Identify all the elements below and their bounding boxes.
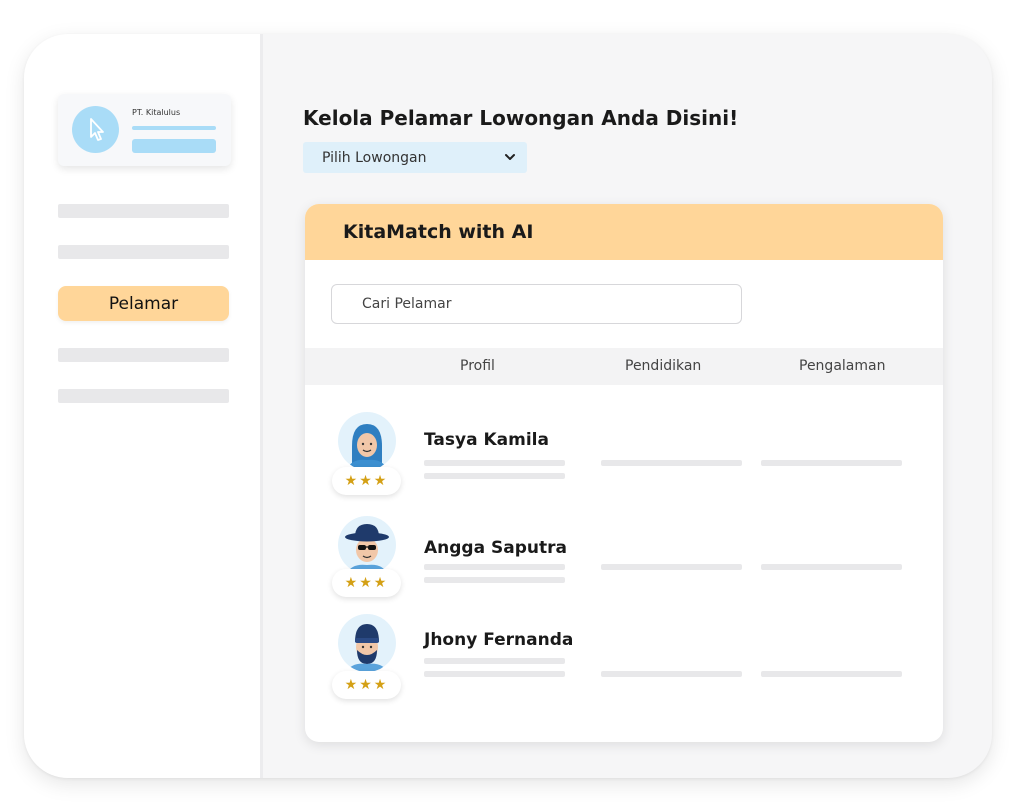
table-row[interactable]: ★★★ Tasya Kamila <box>305 410 943 500</box>
column-header-profil: Profil <box>460 358 495 374</box>
cursor-icon <box>89 117 104 141</box>
job-select[interactable]: Pilih Lowongan <box>303 142 527 173</box>
company-logo <box>72 106 119 153</box>
applicant-name[interactable]: Angga Saputra <box>424 538 567 558</box>
experience-placeholder <box>761 564 902 570</box>
avatar <box>338 516 396 574</box>
company-line-placeholder <box>132 126 216 130</box>
experience-placeholder <box>761 671 902 677</box>
sidebar-item-placeholder[interactable] <box>58 245 229 259</box>
applicant-name[interactable]: Tasya Kamila <box>424 430 549 450</box>
avatar <box>338 614 396 672</box>
profile-line-placeholder <box>424 577 565 583</box>
table-header: Profil Pendidikan Pengalaman <box>305 348 943 385</box>
rating-stars: ★★★ <box>332 467 401 495</box>
company-line-placeholder <box>132 139 216 153</box>
job-select-value: Pilih Lowongan <box>322 149 427 166</box>
sidebar-item-placeholder[interactable] <box>58 204 229 218</box>
profile-line-placeholder <box>424 460 565 466</box>
profile-line-placeholder <box>424 671 565 677</box>
search-placeholder: Cari Pelamar <box>362 296 452 312</box>
profile-line-placeholder <box>424 564 565 570</box>
avatar-hijab-woman-icon <box>346 424 388 470</box>
panel-title: KitaMatch with AI <box>305 204 943 260</box>
applicant-name[interactable]: Jhony Fernanda <box>424 630 573 650</box>
sidebar-item-placeholder[interactable] <box>58 348 229 362</box>
sidebar-item-pelamar[interactable]: Pelamar <box>58 286 229 321</box>
avatar <box>338 412 396 470</box>
sidebar: PT. Kitalulus Pelamar <box>24 34 263 778</box>
avatar-beanie-man-icon <box>346 624 388 672</box>
avatar-hat-man-icon <box>345 524 389 574</box>
table-row[interactable]: ★★★ Angga Saputra <box>305 516 943 606</box>
table-row[interactable]: ★★★ Jhony Fernanda <box>305 614 943 704</box>
page-title: Kelola Pelamar Lowongan Anda Disini! <box>303 106 739 130</box>
education-placeholder <box>601 460 742 466</box>
company-card[interactable]: PT. Kitalulus <box>58 94 231 166</box>
experience-placeholder <box>761 460 902 466</box>
kitamatch-panel: KitaMatch with AI Cari Pelamar Profil Pe… <box>305 204 943 742</box>
search-input[interactable]: Cari Pelamar <box>331 284 742 324</box>
rating-stars: ★★★ <box>332 569 401 597</box>
rating-stars: ★★★ <box>332 671 401 699</box>
app-window: PT. Kitalulus Pelamar Kelola Pelamar Low… <box>24 34 992 778</box>
profile-line-placeholder <box>424 658 565 664</box>
education-placeholder <box>601 671 742 677</box>
chevron-down-icon <box>505 154 515 160</box>
column-header-pengalaman: Pengalaman <box>799 358 886 374</box>
sidebar-item-placeholder[interactable] <box>58 389 229 403</box>
profile-line-placeholder <box>424 473 565 479</box>
education-placeholder <box>601 564 742 570</box>
company-name: PT. Kitalulus <box>132 108 181 117</box>
column-header-pendidikan: Pendidikan <box>625 358 702 374</box>
